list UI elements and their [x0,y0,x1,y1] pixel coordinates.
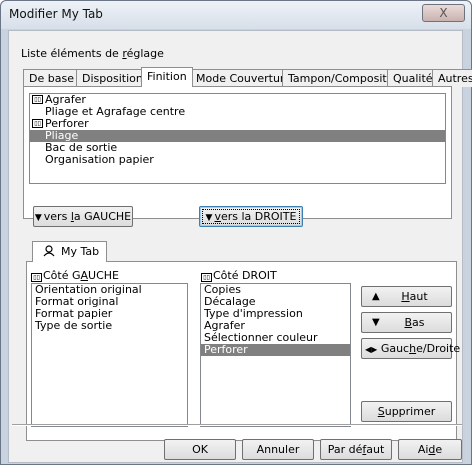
tab-finition[interactable]: Finition [141,67,193,87]
title-bar[interactable]: Modifier My Tab X [1,1,471,29]
printer-feature-icon: ▯▯ [201,273,212,282]
my-tab-panel: ▯▯ Côté GAUCHE Orientation original Forma… [26,261,460,441]
printer-feature-icon: ▯▯ [32,95,43,104]
footer-separator [12,424,462,426]
tab-autres[interactable]: Autres [432,69,472,87]
dialog-client-area: Liste éléments de réglage De base Dispos… [8,30,472,463]
list-item[interactable]: Organisation papier [30,154,445,166]
settings-listbox[interactable]: ▯▯ Agrafer Pliage et Agrafage centre ▯▯ Pe… [29,93,446,184]
left-side-listbox[interactable]: Orientation original Format original For… [31,283,188,427]
arrow-down-icon: ▼ [372,317,380,328]
move-left-button[interactable]: ▼ vers la GAUCHE [33,206,133,227]
right-side-listbox[interactable]: Copies Décalage Type d'impression Agrafe… [200,283,351,427]
default-button[interactable]: Par défaut [320,439,392,460]
user-icon [43,245,55,257]
help-button[interactable]: Aide [398,439,462,460]
arrow-up-icon: ▲ [372,291,380,302]
list-item[interactable]: Pliage et Agrafage centre [30,106,445,118]
delete-button[interactable]: Supprimer [361,401,452,422]
move-up-button[interactable]: ▲ Haut [361,286,452,307]
move-down-button[interactable]: ▼ Bas [361,312,452,333]
close-button[interactable]: X [422,4,465,22]
printer-feature-icon: ▯▯ [32,119,43,128]
ok-button[interactable]: OK [164,439,236,460]
left-right-arrows-icon: ◀▶ [365,345,378,354]
arrow-down-icon: ▼ [205,213,213,223]
left-side-label: ▯▯ Côté GAUCHE [31,269,119,282]
close-icon: X [439,6,448,20]
tab-mode-couverture[interactable]: Mode Couverture [190,69,297,87]
tab-de-base[interactable]: De base [23,69,80,87]
tab-qualite[interactable]: Qualité [387,69,439,87]
window-title: Modifier My Tab [9,7,103,21]
list-item[interactable]: ▯▯ Perforer [30,118,445,130]
tab-my-tab[interactable]: My Tab [32,241,107,262]
swap-side-button[interactable]: ◀▶ Gauche/Droite [361,338,460,359]
finition-panel: ▯▯ Agrafer Pliage et Agrafage centre ▯▯ Pe… [23,86,452,219]
arrow-down-icon: ▼ [34,213,42,223]
tab-disposition[interactable]: Disposition [76,69,149,87]
settings-list-label: Liste éléments de réglage [21,47,164,60]
right-side-label: ▯▯ Côté DROIT [201,269,277,282]
move-right-button[interactable]: ▼ vers la DROITE [199,206,303,227]
cancel-button[interactable]: Annuler [242,439,314,460]
printer-feature-icon: ▯▯ [31,273,42,282]
list-item[interactable]: Type de sortie [32,320,187,332]
list-item-selected[interactable]: Perforer [201,344,350,356]
